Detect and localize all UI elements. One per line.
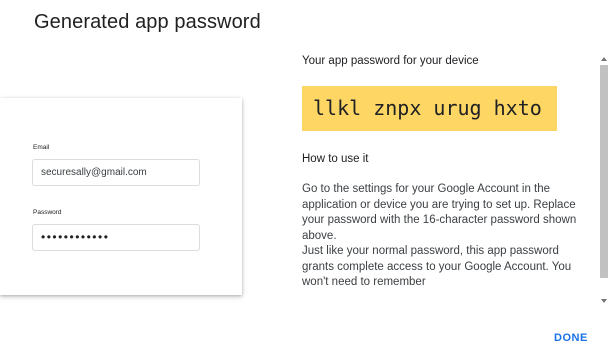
scroll-down-icon[interactable] (601, 299, 607, 303)
scrollbar[interactable] (599, 55, 611, 305)
scrollbar-thumb[interactable] (600, 65, 608, 278)
app-password-box[interactable]: llkl znpx urug hxto (302, 86, 557, 131)
done-button[interactable]: DONE (554, 332, 588, 344)
dialog-title: Generated app password (34, 11, 261, 33)
app-password-dialog: Generated app password Email securesally… (0, 0, 615, 358)
email-label: Email (33, 144, 50, 151)
app-password-value[interactable]: llkl znpx urug hxto (313, 96, 542, 120)
login-illustration-card: Email securesally@gmail.com Password •••… (0, 98, 242, 295)
instructions-text: Go to the settings for your Google Accou… (302, 183, 577, 288)
app-password-heading: Your app password for your device (302, 55, 479, 67)
password-dots: •••••••••••• (41, 230, 110, 244)
scroll-up-icon[interactable] (601, 57, 607, 61)
email-value: securesally@gmail.com (41, 167, 147, 178)
instructions-panel[interactable]: Your app password for your device llkl z… (302, 48, 582, 308)
how-to-heading: How to use it (302, 153, 369, 165)
password-field: •••••••••••• (32, 224, 200, 251)
password-label: Password (33, 209, 62, 216)
email-field: securesally@gmail.com (32, 159, 200, 186)
